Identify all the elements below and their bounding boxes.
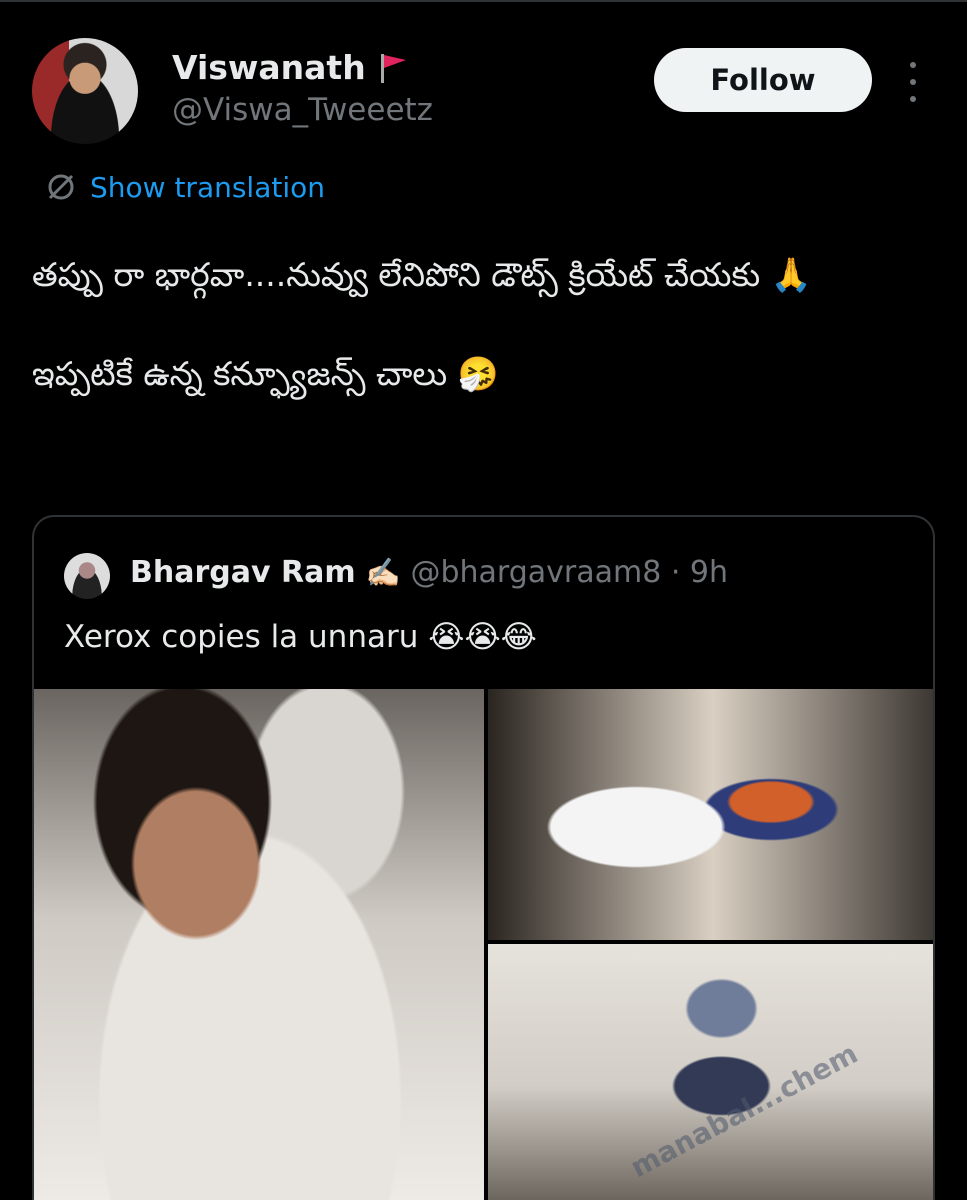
show-translation-label[interactable]: Show translation xyxy=(90,171,325,204)
red-flag-icon xyxy=(380,53,406,83)
tweet-text: తప్పు రా భార్గవా....నువ్వు లేనిపోని డౌట్… xyxy=(32,255,812,393)
author-avatar[interactable] xyxy=(32,38,138,144)
photo-watermark: manabal...chem xyxy=(625,1036,864,1185)
show-translation-link[interactable]: Show translation xyxy=(44,170,325,204)
quoted-tweet-header: Bhargav Ram ✍🏻 @bhargavraam8 · 9h xyxy=(130,555,728,590)
quoted-media-grid: manabal...chem xyxy=(34,689,933,1200)
translate-globe-icon xyxy=(48,174,74,200)
quoted-tweet-text: Xerox copies la unnaru 😭😭😂 xyxy=(64,619,537,655)
quoted-tweet-card[interactable]: Bhargav Ram ✍🏻 @bhargavraam8 · 9h Xerox … xyxy=(32,515,935,1200)
quoted-author-handle-time[interactable]: @bhargavraam8 · 9h xyxy=(410,555,728,590)
photo-boy-with-man[interactable] xyxy=(488,689,933,940)
author-display-name[interactable]: Viswanath xyxy=(172,48,366,87)
top-divider xyxy=(0,0,967,2)
quoted-author-name[interactable]: Bhargav Ram xyxy=(130,555,356,590)
author-handle[interactable]: @Viswa_Tweeetz xyxy=(172,92,433,128)
author-name-row[interactable]: Viswanath xyxy=(172,48,410,87)
quoted-author-avatar[interactable] xyxy=(64,553,110,599)
photo-striped-shorts[interactable]: manabal...chem xyxy=(488,944,933,1200)
photo-boy-lying[interactable] xyxy=(34,689,484,1200)
follow-button[interactable]: Follow xyxy=(654,48,872,112)
more-vertical-icon[interactable] xyxy=(905,62,921,102)
writing-hand-icon: ✍🏻 xyxy=(365,556,401,589)
